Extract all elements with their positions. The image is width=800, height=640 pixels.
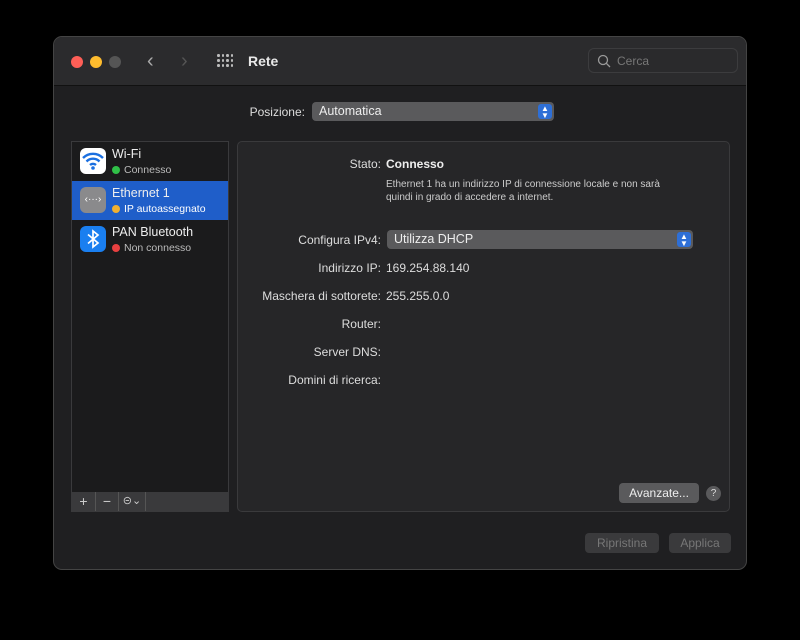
status-dot-red — [112, 244, 120, 252]
action-menu-button[interactable]: ⊝⌄ — [119, 492, 146, 511]
location-select[interactable]: Automatica ▲ ▼ — [312, 102, 554, 121]
forward-chevron-icon[interactable]: › — [181, 50, 188, 73]
service-detail-panel: Stato: Connesso Ethernet 1 ha un indiriz… — [237, 141, 730, 512]
help-button[interactable]: ? — [706, 486, 721, 501]
ip-label: Indirizzo IP: — [318, 261, 381, 275]
revert-button[interactable]: Ripristina — [585, 533, 659, 553]
service-list-toolbar: + − ⊝⌄ — [72, 492, 228, 511]
updown-chevron-icon: ▲ ▼ — [677, 232, 691, 248]
status-label: Stato: — [349, 157, 381, 171]
service-status: Connesso — [112, 164, 171, 176]
service-list: Wi-Fi Connesso ‹···› Ethernet 1 IP autoa… — [71, 141, 229, 512]
status-description: quindi in grado di accedere a internet. — [386, 192, 554, 203]
bluetooth-icon — [80, 226, 106, 252]
add-service-button[interactable]: + — [72, 492, 96, 511]
status-dot-yellow — [112, 205, 120, 213]
service-name: Wi-Fi — [112, 147, 142, 161]
network-preferences-window: ‹ › Rete Cerca Posizione: Automatica ▲ ▼ … — [53, 36, 747, 570]
zoom-button[interactable] — [109, 56, 121, 68]
show-all-grid-icon[interactable] — [217, 54, 233, 68]
ethernet-icon: ‹···› — [80, 187, 106, 213]
ip-value: 169.254.88.140 — [386, 261, 470, 275]
dns-label: Server DNS: — [313, 345, 381, 359]
updown-chevron-icon: ▲ ▼ — [538, 104, 552, 120]
subnet-mask-label: Maschera di sottorete: — [262, 289, 381, 303]
window-title: Rete — [248, 53, 279, 69]
apply-button[interactable]: Applica — [669, 533, 731, 553]
status-value: Connesso — [386, 157, 445, 171]
service-item-wifi[interactable]: Wi-Fi Connesso — [72, 142, 228, 181]
minimize-button[interactable] — [90, 56, 102, 68]
wifi-icon — [80, 148, 106, 174]
ipv4-config-select[interactable]: Utilizza DHCP ▲ ▼ — [387, 230, 693, 249]
subnet-mask-value: 255.255.0.0 — [386, 289, 450, 303]
advanced-button[interactable]: Avanzate... — [619, 483, 699, 503]
search-domains-label: Domini di ricerca: — [288, 373, 381, 387]
title-bar: ‹ › Rete Cerca — [54, 37, 746, 86]
service-item-ethernet[interactable]: ‹···› Ethernet 1 IP autoassegnato — [72, 181, 228, 220]
status-description: Ethernet 1 ha un indirizzo IP di conness… — [386, 179, 660, 190]
location-label: Posizione: — [249, 105, 305, 119]
search-icon — [597, 54, 611, 68]
service-name: Ethernet 1 — [112, 186, 170, 200]
location-value: Automatica — [319, 104, 382, 118]
back-chevron-icon[interactable]: ‹ — [147, 50, 154, 73]
ipv4-label: Configura IPv4: — [298, 233, 381, 247]
ipv4-value: Utilizza DHCP — [394, 232, 474, 246]
service-status: Non connesso — [112, 242, 191, 254]
close-button[interactable] — [71, 56, 83, 68]
remove-service-button[interactable]: − — [96, 492, 119, 511]
service-name: PAN Bluetooth — [112, 225, 194, 239]
search-placeholder: Cerca — [617, 54, 650, 68]
service-item-bluetooth[interactable]: PAN Bluetooth Non connesso — [72, 220, 228, 259]
service-status: IP autoassegnato — [112, 203, 206, 215]
search-input[interactable]: Cerca — [588, 48, 738, 73]
status-dot-green — [112, 166, 120, 174]
router-label: Router: — [341, 317, 381, 331]
